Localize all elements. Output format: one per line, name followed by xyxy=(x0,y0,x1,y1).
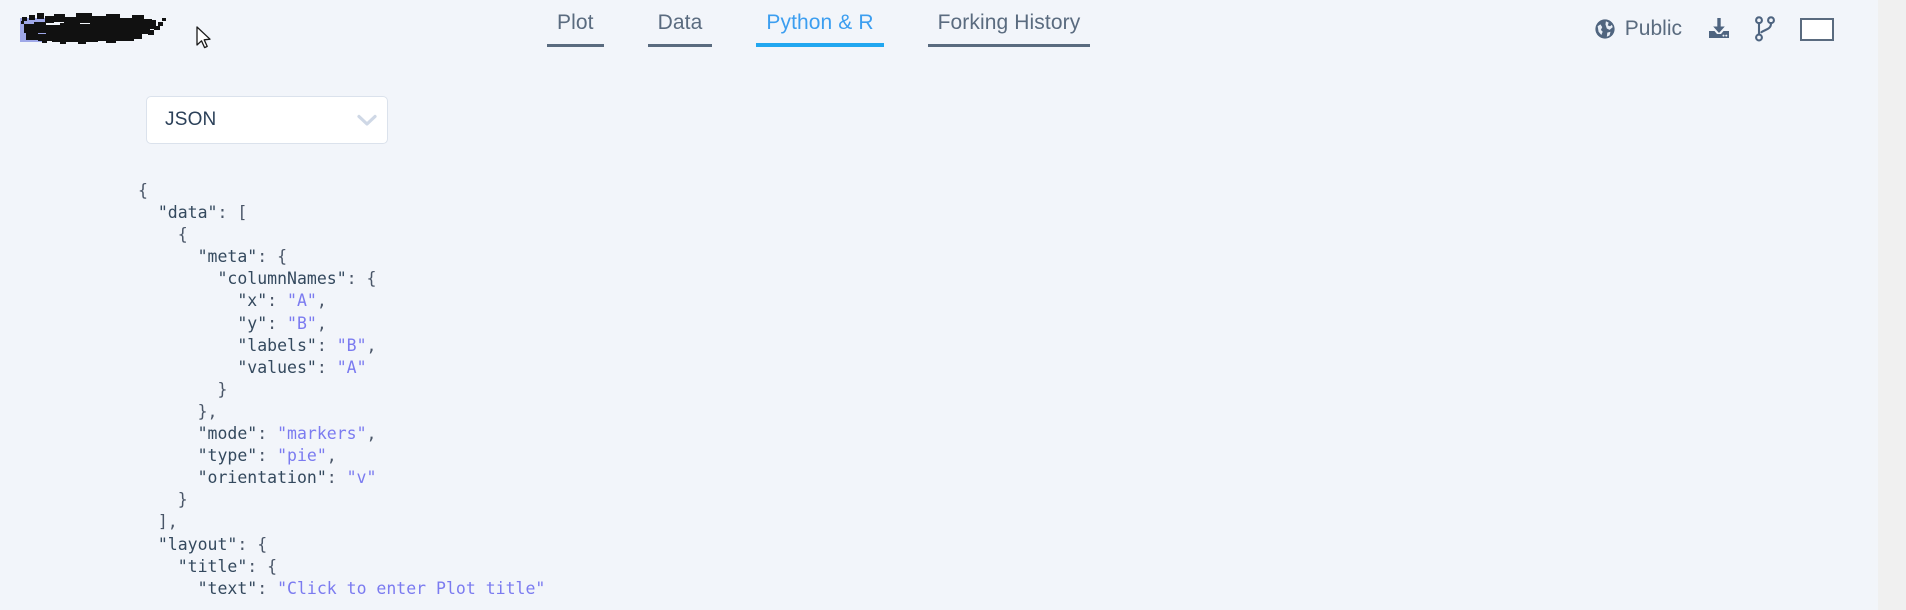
code-token: ], xyxy=(138,512,178,532)
code-token: "type" xyxy=(197,446,258,466)
scrollbar-gutter[interactable] xyxy=(1878,0,1906,610)
tab-data-underline xyxy=(647,44,713,47)
tab-plot-label: Plot xyxy=(557,11,594,34)
code-token: "B" xyxy=(287,313,317,333)
code-token: "pie" xyxy=(277,446,327,466)
code-token: "y" xyxy=(237,313,268,333)
code-panel: { "data": [ { "meta": { "columnNames": {… xyxy=(0,180,1878,610)
code-token: "orientation" xyxy=(197,468,327,488)
chevron-down-icon xyxy=(347,114,387,127)
tab-forking-history[interactable]: Forking History xyxy=(927,8,1091,47)
code-token: } xyxy=(138,490,188,510)
avatar[interactable] xyxy=(1800,17,1834,41)
code-token: }, xyxy=(138,401,218,421)
code-token: : { xyxy=(257,247,288,267)
tab-data[interactable]: Data xyxy=(647,8,713,47)
tab-plot-underline xyxy=(547,44,604,47)
code-token: : xyxy=(257,578,278,598)
site-logo[interactable] xyxy=(18,8,178,48)
visibility-label: Public xyxy=(1624,17,1682,40)
code-token: { xyxy=(138,181,148,200)
code-token: , xyxy=(326,446,337,466)
export-format-select[interactable]: JSON xyxy=(146,96,388,144)
tab-data-label: Data xyxy=(657,11,703,34)
code-token: "columnNames" xyxy=(217,269,347,289)
code-token: "mode" xyxy=(197,424,258,444)
code-block[interactable]: { "data": [ { "meta": { "columnNames": {… xyxy=(0,180,1878,600)
code-token: : [ xyxy=(217,203,248,223)
main-tabs: Plot Data Python & R Forking History xyxy=(525,8,1112,50)
code-token: : xyxy=(267,313,288,333)
code-token: "values" xyxy=(237,357,317,377)
mouse-cursor-icon xyxy=(196,26,211,49)
code-token: "markers" xyxy=(277,424,367,444)
code-token: "A" xyxy=(336,357,367,377)
code-token: { xyxy=(138,225,188,245)
code-token: "data" xyxy=(157,203,218,223)
code-token: "A" xyxy=(287,291,317,311)
tab-python-and-r-label: Python & R xyxy=(766,11,874,34)
header-actions: Public xyxy=(1594,10,1834,48)
code-token: : { xyxy=(237,534,268,554)
fork-icon xyxy=(1755,16,1775,42)
code-token: "labels" xyxy=(237,335,317,355)
code-token: "layout" xyxy=(157,534,238,554)
code-token: : { xyxy=(247,556,278,576)
app-root: Plot Data Python & R Forking History Pub… xyxy=(0,0,1878,610)
download-button[interactable] xyxy=(1704,14,1734,44)
tab-plot[interactable]: Plot xyxy=(547,8,604,47)
code-token: , xyxy=(316,313,327,333)
tab-forking-history-label: Forking History xyxy=(937,11,1081,34)
tab-python-and-r-underline xyxy=(756,43,884,47)
code-token: : xyxy=(267,291,288,311)
app-header: Plot Data Python & R Forking History Pub… xyxy=(0,0,1878,57)
code-token: } xyxy=(138,379,228,399)
code-token: "Click to enter Plot title" xyxy=(277,578,546,598)
tab-python-and-r[interactable]: Python & R xyxy=(756,8,884,47)
code-token: "B" xyxy=(336,335,367,355)
code-token: , xyxy=(316,291,327,311)
code-token: : xyxy=(257,446,278,466)
export-format-value: JSON xyxy=(165,109,217,130)
code-token: : xyxy=(257,424,278,444)
code-token: "v" xyxy=(346,468,377,488)
code-token: "title" xyxy=(177,556,248,576)
code-token: : xyxy=(316,357,337,377)
code-token: "meta" xyxy=(197,247,258,267)
logo-redaction-icon xyxy=(20,13,166,44)
code-token: , xyxy=(366,424,377,444)
download-icon xyxy=(1709,18,1729,38)
code-token: : xyxy=(326,468,347,488)
code-token: : xyxy=(316,335,337,355)
globe-icon[interactable] xyxy=(1594,18,1616,40)
fork-button[interactable] xyxy=(1750,14,1780,44)
tab-forking-history-underline xyxy=(927,44,1091,47)
code-token: , xyxy=(366,335,377,355)
code-token: : { xyxy=(346,269,377,289)
code-token: "text" xyxy=(197,578,258,598)
code-token: "x" xyxy=(237,291,268,311)
